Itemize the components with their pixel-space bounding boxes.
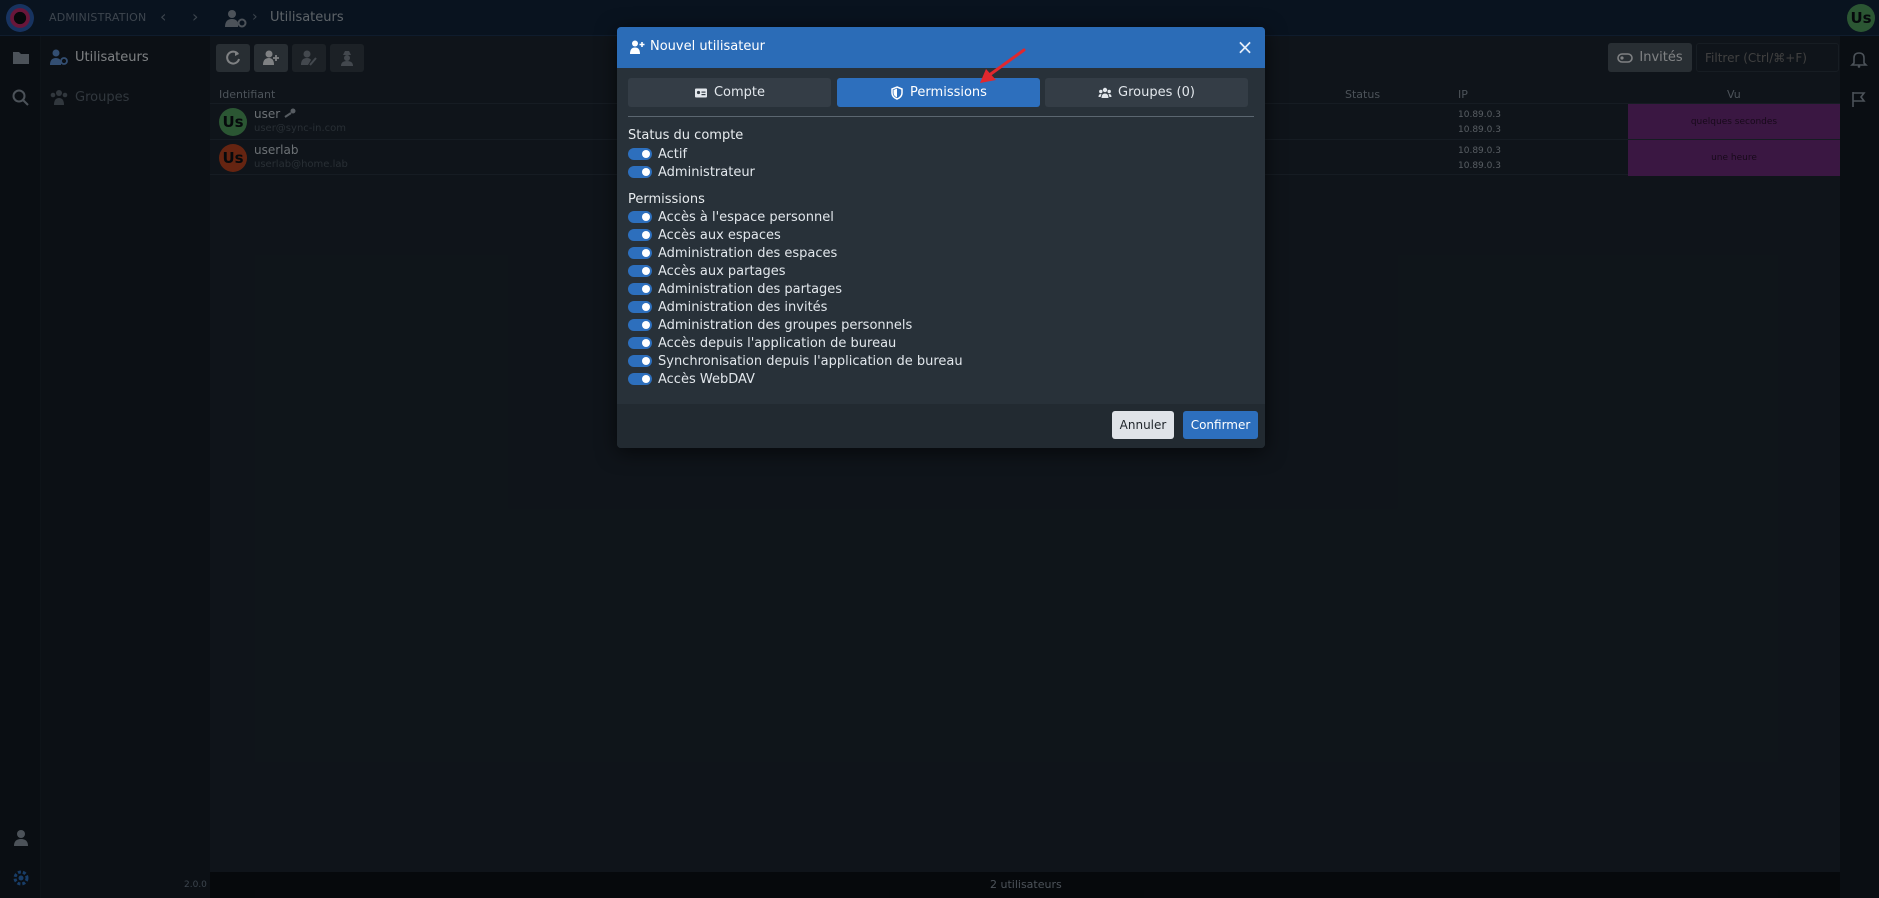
confirm-button[interactable]: Confirmer — [1183, 411, 1258, 439]
toggle-switch[interactable] — [628, 166, 652, 178]
toggle-shares-admin[interactable]: Administration des partages — [628, 280, 842, 298]
toggle-switch[interactable] — [628, 211, 652, 223]
shield-icon — [891, 85, 903, 100]
toggle-label: Accès depuis l'application de bureau — [658, 335, 897, 351]
tab-divider — [628, 116, 1254, 117]
toggle-switch[interactable] — [628, 373, 652, 385]
user-plus-icon — [630, 40, 645, 54]
dialog-header: Nouvel utilisateur × — [617, 27, 1265, 68]
toggle-label: Administration des invités — [658, 299, 828, 315]
id-card-icon — [694, 88, 707, 97]
toggle-label: Accès aux partages — [658, 263, 786, 279]
toggle-label: Synchronisation depuis l'application de … — [658, 353, 963, 369]
toggle-switch[interactable] — [628, 247, 652, 259]
toggle-shares-access[interactable]: Accès aux partages — [628, 262, 786, 280]
toggle-switch[interactable] — [628, 283, 652, 295]
toggle-switch[interactable] — [628, 355, 652, 367]
cancel-button[interactable]: Annuler — [1112, 411, 1174, 439]
tab-account[interactable]: Compte — [628, 78, 831, 107]
toggle-label: Administration des partages — [658, 281, 843, 297]
permissions-title: Permissions — [628, 192, 705, 207]
toggle-label: Accès aux espaces — [658, 227, 781, 243]
toggle-active[interactable]: Actif — [628, 145, 687, 163]
annotation-arrow-icon — [980, 48, 1026, 83]
toggle-guests-admin[interactable]: Administration des invités — [628, 298, 827, 316]
toggle-spaces-admin[interactable]: Administration des espaces — [628, 244, 837, 262]
toggle-desktop-access[interactable]: Accès depuis l'application de bureau — [628, 334, 896, 352]
toggle-switch[interactable] — [628, 148, 652, 160]
toggle-spaces-access[interactable]: Accès aux espaces — [628, 226, 781, 244]
tab-label: Compte — [713, 85, 766, 100]
dialog-footer: Annuler Confirmer — [617, 404, 1265, 448]
toggle-label: Actif — [658, 146, 688, 162]
toggle-label: Administrateur — [658, 164, 755, 180]
toggle-personal-space[interactable]: Accès à l'espace personnel — [628, 208, 834, 226]
dialog-title: Nouvel utilisateur — [650, 39, 765, 54]
toggle-label: Administration des espaces — [658, 245, 838, 261]
toggle-switch[interactable] — [628, 301, 652, 313]
new-user-dialog: Nouvel utilisateur × Compte Permissions … — [617, 27, 1265, 448]
toggle-label: Administration des groupes personnels — [658, 317, 913, 333]
toggle-administrator[interactable]: Administrateur — [628, 163, 755, 181]
toggle-switch[interactable] — [628, 229, 652, 241]
tab-label: Groupes (0) — [1118, 85, 1195, 100]
toggle-label: Accès à l'espace personnel — [658, 209, 834, 225]
toggle-webdav[interactable]: Accès WebDAV — [628, 370, 755, 388]
toggle-label: Accès WebDAV — [658, 371, 755, 387]
tab-groups[interactable]: Groupes (0) — [1045, 78, 1248, 107]
close-icon[interactable]: × — [1235, 37, 1255, 57]
toggle-switch[interactable] — [628, 337, 652, 349]
toggle-desktop-sync[interactable]: Synchronisation depuis l'application de … — [628, 352, 963, 370]
toggle-switch[interactable] — [628, 265, 652, 277]
toggle-personal-groups-admin[interactable]: Administration des groupes personnels — [628, 316, 912, 334]
groups-icon — [1098, 87, 1112, 98]
account-status-title: Status du compte — [628, 128, 744, 143]
toggle-switch[interactable] — [628, 319, 652, 331]
